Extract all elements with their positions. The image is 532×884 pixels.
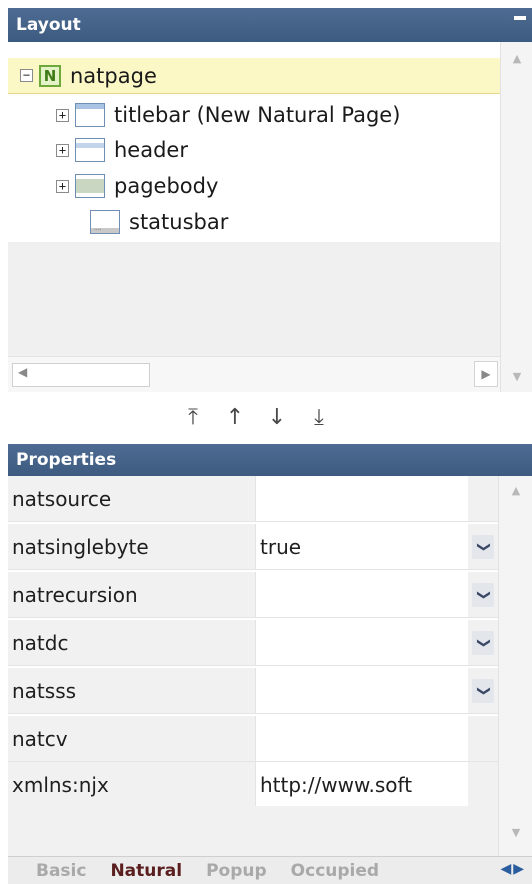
property-row-xmlns-njx: xmlns:njx http://www.soft (8, 762, 498, 808)
property-value-input[interactable] (256, 716, 468, 761)
scrollbar-thumb[interactable] (12, 363, 150, 387)
expand-icon[interactable]: + (56, 179, 69, 193)
property-name: natrecursion (8, 572, 256, 617)
tab-next-icon[interactable]: ▶ (513, 861, 524, 877)
property-row-natrecursion: natrecursion ❯ (8, 572, 498, 618)
statusbar-icon: .... (90, 210, 120, 234)
move-to-bottom-icon[interactable]: ⤓ (306, 403, 332, 433)
layout-horizontal-scrollbar[interactable]: ◀ ▶ (8, 356, 500, 392)
collapse-icon[interactable]: − (20, 69, 33, 82)
natural-page-icon: N (39, 64, 61, 87)
property-value-input[interactable] (256, 476, 468, 521)
tree-node-header[interactable]: + header (56, 132, 188, 168)
expand-icon[interactable]: + (56, 143, 69, 157)
property-value-input[interactable] (256, 668, 468, 713)
property-name: natsource (8, 476, 256, 521)
scroll-down-icon[interactable]: ▼ (506, 368, 528, 386)
tree-node-label: pagebody (114, 174, 219, 198)
properties-vertical-scrollbar[interactable]: ▲ ▼ (498, 476, 532, 856)
move-down-icon[interactable]: ↓ (264, 403, 290, 433)
tree-node-label: titlebar (New Natural Page) (114, 103, 401, 127)
tab-prev-icon[interactable]: ◀ (500, 861, 511, 877)
header-icon (75, 138, 105, 162)
move-toolbar: ⤒ ↑ ↓ ⤓ (180, 400, 332, 436)
property-dropdown-cell: ❯ (468, 620, 498, 665)
tab-occupied[interactable]: Occupied (291, 861, 379, 881)
chevron-down-icon[interactable]: ❯ (472, 678, 494, 703)
property-row-natsss: natsss ❯ (8, 668, 498, 714)
property-dropdown-cell (468, 762, 498, 807)
property-name: xmlns:njx (8, 762, 256, 807)
tab-natural[interactable]: Natural (110, 861, 182, 881)
properties-empty-area (8, 806, 498, 856)
move-to-top-icon[interactable]: ⤒ (180, 403, 206, 433)
property-name: natsinglebyte (8, 524, 256, 569)
pagebody-icon (75, 174, 105, 198)
titlebar-icon (75, 103, 105, 127)
minimize-icon[interactable] (514, 16, 526, 20)
tab-basic[interactable]: Basic (36, 861, 86, 881)
property-value-input[interactable]: http://www.soft (256, 762, 468, 807)
layout-panel-title: Layout (16, 15, 81, 35)
chevron-down-icon[interactable]: ❯ (472, 630, 494, 655)
property-value-input[interactable] (256, 572, 468, 617)
scroll-up-icon[interactable]: ▲ (506, 50, 528, 68)
tree-node-statusbar[interactable]: .... statusbar (90, 204, 228, 240)
property-name: natsss (8, 668, 256, 713)
move-up-icon[interactable]: ↑ (222, 403, 248, 433)
chevron-down-icon[interactable]: ❯ (472, 534, 494, 559)
property-dropdown-cell (468, 716, 498, 761)
expand-icon[interactable]: + (56, 108, 69, 122)
tab-navigation: ◀ ▶ (500, 861, 524, 877)
scroll-down-icon[interactable]: ▼ (505, 826, 527, 844)
property-dropdown-cell: ❯ (468, 572, 498, 617)
tab-popup[interactable]: Popup (206, 861, 267, 881)
property-dropdown-cell: ❯ (468, 668, 498, 713)
property-tabs: Basic Natural Popup Occupied ◀ ▶ (8, 856, 532, 884)
properties-panel-title: Properties (16, 450, 117, 470)
property-row-natsource: natsource (8, 476, 498, 522)
property-dropdown-cell (468, 476, 498, 521)
scroll-up-icon[interactable]: ▲ (505, 484, 527, 502)
properties-grid: natsource natsinglebyte true ❯ natrecurs… (8, 476, 532, 856)
tree-node-label: natpage (70, 63, 157, 88)
chevron-down-icon[interactable]: ❯ (472, 582, 494, 607)
layout-panel-header: Layout (8, 8, 532, 42)
property-value-input[interactable]: true (256, 524, 468, 569)
property-value-input[interactable] (256, 620, 468, 665)
property-row-natdc: natdc ❯ (8, 620, 498, 666)
property-dropdown-cell: ❯ (468, 524, 498, 569)
tree-node-label: header (114, 138, 188, 162)
tree-node-pagebody[interactable]: + pagebody (56, 168, 218, 204)
tree-node-natpage[interactable]: − N natpage (8, 58, 500, 94)
scroll-right-icon[interactable]: ▶ (474, 361, 498, 387)
property-row-natcv: natcv (8, 716, 498, 762)
property-row-natsinglebyte: natsinglebyte true ❯ (8, 524, 498, 570)
properties-panel-header: Properties (8, 444, 532, 476)
property-name: natcv (8, 716, 256, 761)
tree-node-label: statusbar (129, 210, 229, 234)
layout-vertical-scrollbar[interactable]: ▲ ▼ (500, 42, 532, 392)
scroll-left-icon[interactable]: ◀ (18, 365, 27, 379)
property-name: natdc (8, 620, 256, 665)
layout-tree: − N natpage + titlebar (New Natural Page… (8, 42, 500, 356)
tree-node-titlebar[interactable]: + titlebar (New Natural Page) (56, 97, 400, 133)
